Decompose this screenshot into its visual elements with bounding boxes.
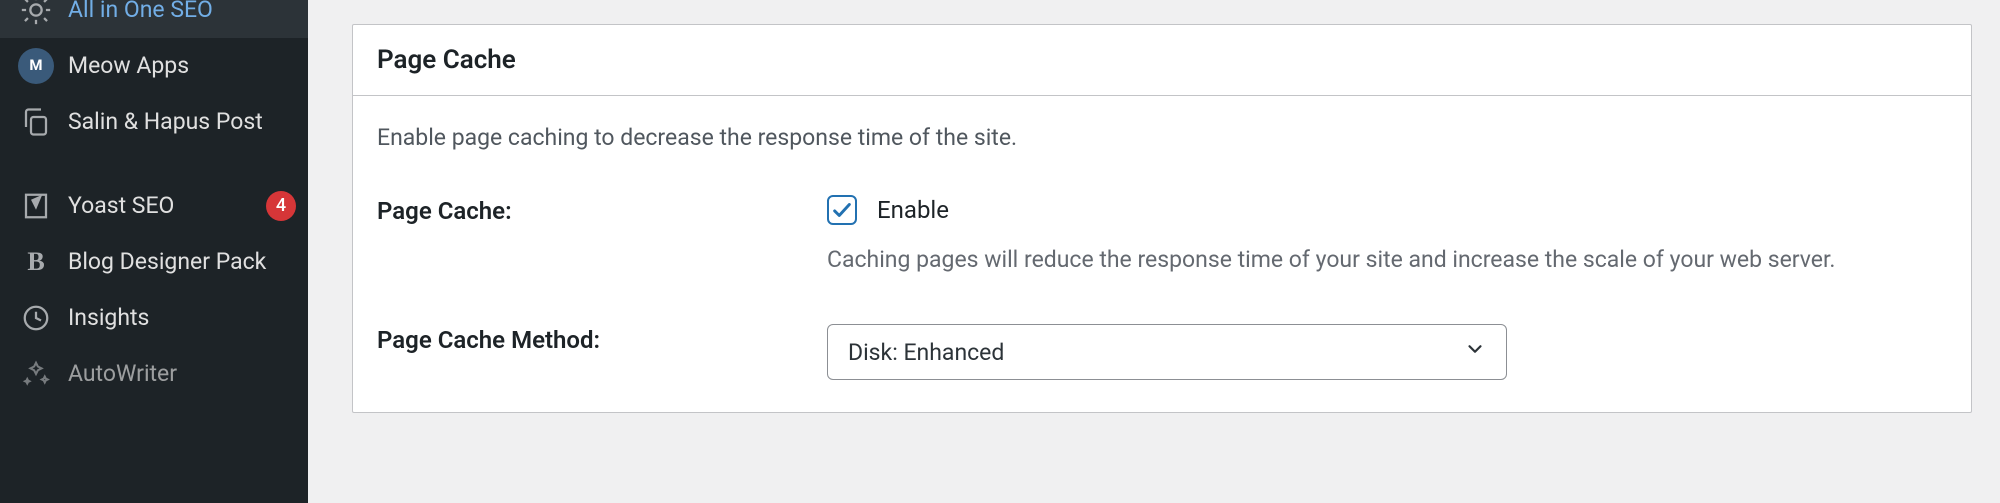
field-label: Page Cache Method: xyxy=(377,324,827,354)
meow-icon: M xyxy=(18,48,54,84)
blog-designer-icon: B xyxy=(18,244,54,280)
notification-badge: 4 xyxy=(266,191,296,221)
sidebar-item-blog-designer[interactable]: B Blog Designer Pack xyxy=(0,234,308,290)
sidebar-item-label: All in One SEO xyxy=(68,0,296,25)
sidebar-item-label: Insights xyxy=(68,303,296,333)
sidebar-item-autowriter[interactable]: AutoWriter xyxy=(0,346,308,402)
sidebar-item-yoast[interactable]: Yoast SEO 4 xyxy=(0,178,308,234)
page-cache-method-select[interactable]: Disk: Enhanced xyxy=(827,324,1507,380)
chevron-down-icon xyxy=(1464,338,1486,366)
copy-icon xyxy=(18,104,54,140)
sidebar-item-meow[interactable]: M Meow Apps xyxy=(0,38,308,94)
page-cache-card: Page Cache Enable page caching to decrea… xyxy=(352,24,1972,413)
sidebar-item-label: Blog Designer Pack xyxy=(68,247,296,277)
field-label: Page Cache: xyxy=(377,195,827,225)
field-page-cache: Page Cache: Enable Caching pages will re… xyxy=(377,195,1947,276)
sidebar-item-salin-hapus[interactable]: Salin & Hapus Post xyxy=(0,94,308,150)
field-help-text: Caching pages will reduce the response t… xyxy=(827,243,1927,276)
sidebar-item-aioseo[interactable]: All in One SEO xyxy=(0,0,308,38)
select-value: Disk: Enhanced xyxy=(848,339,1004,366)
card-title: Page Cache xyxy=(353,25,1971,96)
field-page-cache-method: Page Cache Method: Disk: Enhanced xyxy=(377,324,1947,380)
sidebar-item-label: Meow Apps xyxy=(68,51,296,81)
checkbox-label: Enable xyxy=(877,196,949,224)
page-cache-checkbox[interactable] xyxy=(827,195,857,225)
main-content: Page Cache Enable page caching to decrea… xyxy=(308,0,2000,503)
sidebar-item-label: Yoast SEO xyxy=(68,191,256,221)
aioseo-icon xyxy=(18,0,54,28)
sidebar-item-label: AutoWriter xyxy=(68,359,296,389)
yoast-icon xyxy=(18,188,54,224)
insights-icon xyxy=(18,300,54,336)
sidebar-item-insights[interactable]: Insights xyxy=(0,290,308,346)
sidebar-item-label: Salin & Hapus Post xyxy=(68,107,296,137)
autowriter-icon xyxy=(18,356,54,392)
card-description: Enable page caching to decrease the resp… xyxy=(377,124,1947,151)
admin-sidebar: All in One SEO M Meow Apps Salin & Hapus… xyxy=(0,0,308,503)
